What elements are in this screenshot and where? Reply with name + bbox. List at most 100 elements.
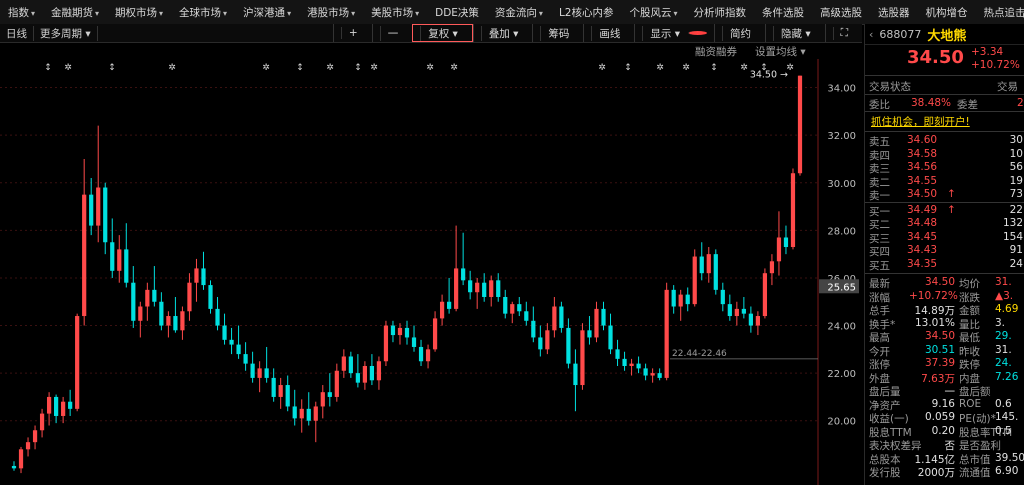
- event-marker-icon[interactable]: ↕: [296, 63, 304, 73]
- stat-value: 6.90: [995, 465, 1019, 477]
- sell-level-3[interactable]: 卖三 34.56 56: [865, 161, 1024, 175]
- event-marker-icon[interactable]: ✲: [682, 63, 690, 73]
- event-marker-icon[interactable]: ✲: [370, 63, 378, 73]
- candle-body: [538, 337, 543, 350]
- event-marker-icon[interactable]: ↕: [108, 63, 116, 73]
- buy-level-2[interactable]: 买二 34.48 132: [865, 217, 1024, 231]
- candle-body: [404, 327, 410, 338]
- candle-body: [299, 408, 304, 419]
- toolbar-button-8[interactable]: 隐藏 ▾: [765, 24, 825, 42]
- event-marker-icon[interactable]: ✲: [326, 63, 334, 73]
- event-marker-icon[interactable]: ✲: [168, 63, 176, 73]
- nav-item-6[interactable]: 美股市场 ▾: [363, 5, 427, 20]
- nav-item-12[interactable]: 条件选股: [754, 5, 812, 20]
- buy-level-1[interactable]: 买一 34.49 ↑ 22: [865, 204, 1024, 218]
- nav-item-label: 指数: [8, 6, 29, 19]
- nav-item-label: 高级选股: [819, 6, 862, 19]
- toolbar-button-5[interactable]: 画线: [583, 24, 634, 42]
- toolbar-button-4[interactable]: 筹码: [532, 24, 583, 42]
- toolbar-button-label: 简约: [722, 25, 758, 41]
- nav-item-3[interactable]: 全球市场 ▾: [171, 5, 235, 20]
- level-volume: 10: [1009, 147, 1023, 160]
- buy-level-5[interactable]: 买五 34.35 24: [865, 258, 1024, 272]
- candle-body: [510, 304, 515, 314]
- nav-item-5[interactable]: 港股市场 ▾: [299, 5, 363, 20]
- sell-level-4[interactable]: 卖二 34.55 19: [865, 175, 1024, 189]
- event-marker-icon[interactable]: ↕: [760, 63, 768, 73]
- margin-trading-link[interactable]: 融资融券: [695, 44, 737, 59]
- nav-item-13[interactable]: 高级选股: [812, 5, 870, 20]
- candle-body: [18, 449, 24, 469]
- weibi-row: 委比 38.48% 委差 2: [869, 97, 1024, 111]
- toolbar-button-label: +: [340, 27, 365, 39]
- nav-item-7[interactable]: DDE决策: [427, 5, 487, 20]
- nav-item-4[interactable]: 沪深港通 ▾: [235, 5, 299, 20]
- candle-body: [657, 373, 662, 378]
- candlestick-chart[interactable]: 34.0032.0030.0028.0026.0024.0022.0020.00…: [0, 59, 862, 485]
- stat-row: 收益(一) 0.059 PE(动)* 145.: [865, 411, 1024, 425]
- sell-level-2[interactable]: 卖四 34.58 10: [865, 148, 1024, 162]
- event-marker-icon[interactable]: ✲: [450, 63, 458, 73]
- toolbar-button-1[interactable]: 一: [371, 24, 413, 42]
- buy-level-4[interactable]: 买四 34.43 91: [865, 244, 1024, 258]
- candle-body: [615, 349, 620, 359]
- buy-level-3[interactable]: 买三 34.45 154: [865, 231, 1024, 245]
- candle-body: [461, 268, 466, 281]
- nav-item-15[interactable]: 机构增仓: [917, 5, 975, 20]
- nav-item-0[interactable]: 指数 ▾: [0, 5, 43, 20]
- sell-level-5[interactable]: 卖一 34.50 ↑ 73: [865, 188, 1024, 202]
- candle-body: [173, 316, 178, 331]
- open-account-promo[interactable]: 抓住机会，即刻开户!: [865, 111, 1024, 132]
- toolbar-button-3[interactable]: 叠加 ▾: [472, 24, 533, 42]
- level-volume: 73: [1009, 188, 1023, 200]
- nav-item-9[interactable]: L2核心内参: [551, 5, 622, 20]
- nav-item-1[interactable]: 金融期货 ▾: [43, 5, 107, 20]
- candle-body: [468, 280, 473, 293]
- nav-item-2[interactable]: 期权市场 ▾: [107, 5, 171, 20]
- level-price: 34.35: [907, 257, 938, 270]
- toolbar-button-7[interactable]: 简约: [714, 24, 765, 42]
- level-volume: 22: [1009, 203, 1023, 216]
- candle-body: [187, 282, 192, 312]
- stock-header: ‹ 688077 大地熊: [865, 24, 1024, 45]
- toolbar-button-0[interactable]: +: [332, 24, 372, 42]
- nav-item-16[interactable]: 热点追击: [975, 5, 1024, 20]
- level-volume: 56: [1009, 161, 1023, 173]
- candle-body: [699, 256, 704, 274]
- y-tick-label: 20.00: [827, 417, 856, 428]
- period-button-1[interactable]: 更多周期 ▾: [34, 25, 98, 41]
- level-price: 34.60: [907, 134, 938, 146]
- nav-item-8[interactable]: 资金流向 ▾: [487, 5, 551, 20]
- stats-table: 最新 34.50 均价 31. 涨幅 +10.72% 涨跌 ▲3. 总手 14.89万 金额 4.69…: [865, 273, 1024, 479]
- ma-settings-dropdown[interactable]: 设置均线 ▾: [755, 44, 806, 59]
- period-button-0[interactable]: 日线: [0, 25, 34, 41]
- event-marker-icon[interactable]: ↕: [710, 63, 718, 73]
- nav-item-11[interactable]: 分析师指数: [685, 5, 754, 20]
- event-marker-icon[interactable]: ✲: [64, 63, 72, 73]
- candle-body: [25, 442, 31, 450]
- candle-body: [643, 368, 648, 376]
- toolbar-button-2[interactable]: 复权 ▾: [412, 24, 473, 42]
- event-marker-icon[interactable]: ↕: [354, 63, 362, 73]
- candle-body: [524, 311, 529, 321]
- event-marker-icon[interactable]: ✲: [598, 63, 606, 73]
- toolbar-button-label: 复权 ▾: [420, 25, 465, 41]
- collapse-icon[interactable]: ‹: [869, 28, 873, 41]
- event-marker-icon[interactable]: ✲: [262, 63, 270, 73]
- nav-item-10[interactable]: 个股风云 ▾: [621, 5, 685, 20]
- nav-item-14[interactable]: 选股器: [870, 5, 918, 20]
- event-marker-icon[interactable]: ✲: [426, 63, 434, 73]
- candle-body: [11, 465, 17, 469]
- status-row: 交易状态 交易: [865, 76, 1024, 95]
- event-marker-icon[interactable]: ✲: [656, 63, 664, 73]
- toolbar-button-6[interactable]: 显示 ▾: [634, 24, 714, 42]
- event-marker-icon[interactable]: ✲: [740, 63, 748, 73]
- candle-body: [208, 285, 213, 309]
- candle-body: [264, 368, 269, 378]
- toolbar-button-9[interactable]: ⛶: [824, 24, 862, 42]
- event-marker-icon[interactable]: ✲: [786, 63, 794, 73]
- event-marker-icon[interactable]: ↕: [44, 63, 52, 73]
- y-tick-label: 32.00: [827, 131, 856, 142]
- sell-level-1[interactable]: 卖五 34.60 30: [865, 134, 1024, 148]
- event-marker-icon[interactable]: ↕: [624, 63, 632, 73]
